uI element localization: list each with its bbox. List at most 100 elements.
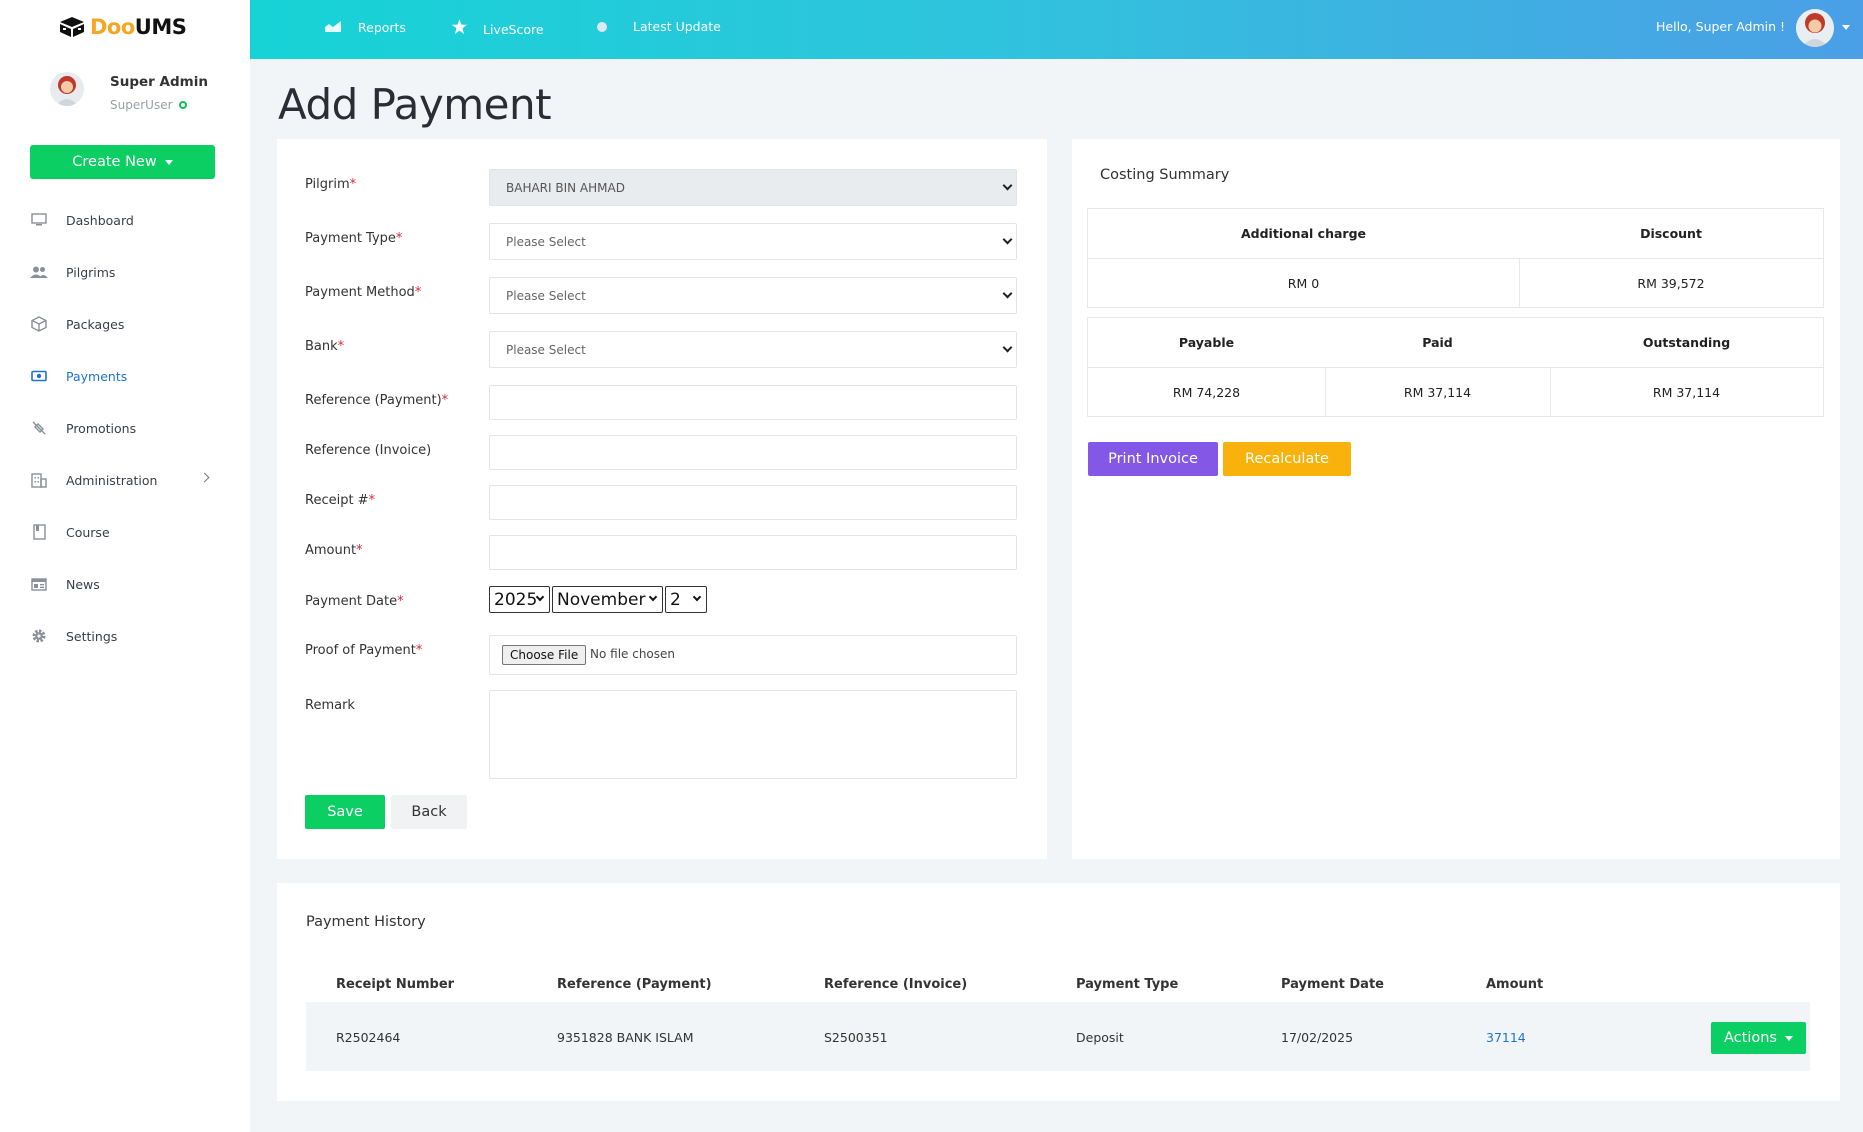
sidebar-item-news[interactable]: News xyxy=(0,558,250,610)
remark-textarea[interactable] xyxy=(489,690,1017,779)
outstanding-header: Outstanding xyxy=(1642,335,1731,350)
box-icon xyxy=(30,315,48,333)
file-status-text: No file chosen xyxy=(590,647,676,661)
profile-name: Super Admin xyxy=(110,74,208,90)
sidebar-item-settings[interactable]: Settings xyxy=(0,610,250,662)
amount-row: Amount* xyxy=(305,535,1019,570)
sidebar-item-course[interactable]: Course xyxy=(0,506,250,558)
receipt-label: Receipt #* xyxy=(305,493,376,508)
caret-down-icon xyxy=(1784,1035,1793,1041)
sidebar-item-pilgrims[interactable]: Pilgrims xyxy=(0,246,250,298)
discount-value: RM 39,572 xyxy=(1637,275,1705,291)
ref-invoice-input[interactable] xyxy=(489,435,1017,470)
column-header[interactable]: Reference (Payment) xyxy=(557,977,712,992)
top-bar: Reports LiveScore Latest Update Hello, S… xyxy=(250,0,1863,59)
topnav-reports[interactable]: Reports xyxy=(324,19,406,36)
column-header[interactable]: Payment Type xyxy=(1076,977,1178,992)
sidebar-item-label: Settings xyxy=(66,628,118,644)
ref-payment-input[interactable] xyxy=(489,385,1017,420)
column-header[interactable]: Reference (Invoice) xyxy=(824,977,967,992)
date-month-select[interactable]: November xyxy=(552,586,663,613)
payment-type-label: Payment Type* xyxy=(305,231,403,246)
back-button[interactable]: Back xyxy=(391,795,467,829)
receipt-row: Receipt #* xyxy=(305,485,1019,520)
sidebar-item-label: Packages xyxy=(66,316,125,332)
dot-icon xyxy=(597,21,607,32)
date-day-select[interactable]: 2 xyxy=(665,586,707,613)
payable-header: Payable xyxy=(1178,335,1235,350)
additional-charge-header: Additional charge xyxy=(1240,226,1366,241)
create-new-button[interactable]: Create New xyxy=(30,145,215,179)
sidebar-item-label: News xyxy=(66,576,100,592)
choose-file-button[interactable]: Choose File xyxy=(502,645,587,665)
monitor-icon xyxy=(30,211,48,229)
paid-header: Paid xyxy=(1422,335,1453,350)
sidebar-item-packages[interactable]: Packages xyxy=(0,298,250,350)
sidebar-item-label: Administration xyxy=(66,472,158,488)
table-row: R2502464 9351828 BANK ISLAM S2500351 Dep… xyxy=(306,1002,1810,1071)
logo-text: DooUMS xyxy=(90,15,187,39)
bank-select[interactable]: Please Select xyxy=(489,331,1017,368)
payment-type-select[interactable]: Please Select xyxy=(489,223,1017,260)
amount-input[interactable] xyxy=(489,535,1017,570)
print-invoice-button[interactable]: Print Invoice xyxy=(1088,442,1218,476)
sidebar-item-label: Payments xyxy=(66,368,128,384)
sidebar-item-administration[interactable]: Administration xyxy=(0,454,250,506)
balance-table: Payable Paid Outstanding RM 74,228 RM 37… xyxy=(1087,317,1824,417)
chart-icon xyxy=(324,19,342,36)
building-icon xyxy=(30,471,48,489)
actions-button[interactable]: Actions xyxy=(1711,1022,1806,1054)
ref-invoice-cell: S2500351 xyxy=(824,1030,888,1045)
payment-date-cell: 17/02/2025 xyxy=(1281,1030,1354,1045)
payment-form-card: Pilgrim* BAHARI BIN AHMAD Payment Type* … xyxy=(277,139,1047,859)
date-year-select[interactable]: 2025 xyxy=(489,586,550,613)
save-button[interactable]: Save xyxy=(305,795,385,829)
sidebar: DooUMS Super Admin SuperUser Create New xyxy=(0,0,250,1132)
chevron-down-icon xyxy=(1002,180,1013,191)
user-avatar[interactable] xyxy=(1796,9,1834,47)
chevron-down-icon xyxy=(692,592,702,602)
paid-value: RM 37,114 xyxy=(1403,384,1472,400)
online-status-icon xyxy=(178,101,187,109)
caret-down-icon xyxy=(164,159,173,165)
sidebar-item-promotions[interactable]: Promotions xyxy=(0,402,250,454)
column-header[interactable]: Receipt Number xyxy=(336,977,454,992)
chevron-down-icon xyxy=(1002,342,1013,353)
user-menu-caret-icon[interactable] xyxy=(1842,25,1850,30)
chevron-right-icon xyxy=(199,472,210,483)
amount-label: Amount* xyxy=(305,543,363,558)
topnav-livescore[interactable]: LiveScore xyxy=(452,19,544,39)
page-title: Add Payment xyxy=(278,80,552,129)
remark-label: Remark xyxy=(305,698,355,713)
payment-date-label: Payment Date* xyxy=(305,594,404,609)
sidebar-item-label: Pilgrims xyxy=(66,264,116,280)
avatar[interactable] xyxy=(50,72,84,106)
sidebar-nav: Dashboard Pilgrims Packages Payments Pro… xyxy=(0,194,250,662)
payment-history-card: Payment History Receipt Number Reference… xyxy=(277,883,1840,1101)
receipt-input[interactable] xyxy=(489,485,1017,520)
column-header[interactable]: Payment Date xyxy=(1281,977,1384,992)
column-header[interactable]: Amount xyxy=(1486,977,1543,992)
bank-row: Bank* Please Select xyxy=(305,331,1019,368)
costing-summary-heading: Costing Summary xyxy=(1100,167,1230,183)
payable-value: RM 74,228 xyxy=(1172,384,1241,400)
gear-icon xyxy=(30,627,48,645)
discount-header: Discount xyxy=(1640,226,1702,241)
sidebar-item-payments[interactable]: Payments xyxy=(0,350,250,402)
recalculate-button[interactable]: Recalculate xyxy=(1223,442,1351,476)
topnav-latest-update[interactable]: Latest Update xyxy=(597,19,721,34)
payment-method-select[interactable]: Please Select xyxy=(489,277,1017,314)
charges-table: Additional charge Discount RM 0 RM 39,57… xyxy=(1087,208,1824,308)
pilgrim-label: Pilgrim* xyxy=(305,177,357,192)
money-icon xyxy=(30,367,48,385)
app-logo[interactable]: DooUMS xyxy=(58,12,187,42)
amount-link[interactable]: 37114 xyxy=(1486,1030,1526,1045)
chevron-down-icon xyxy=(648,592,658,602)
pilgrim-select[interactable]: BAHARI BIN AHMAD xyxy=(489,169,1017,206)
chevron-down-icon xyxy=(1002,288,1013,299)
sidebar-item-dashboard[interactable]: Dashboard xyxy=(0,194,250,246)
ref-payment-row: Reference (Payment)* xyxy=(305,385,1019,420)
users-icon xyxy=(30,263,48,281)
sidebar-item-label: Promotions xyxy=(66,420,137,436)
sidebar-item-label: Dashboard xyxy=(66,212,134,228)
